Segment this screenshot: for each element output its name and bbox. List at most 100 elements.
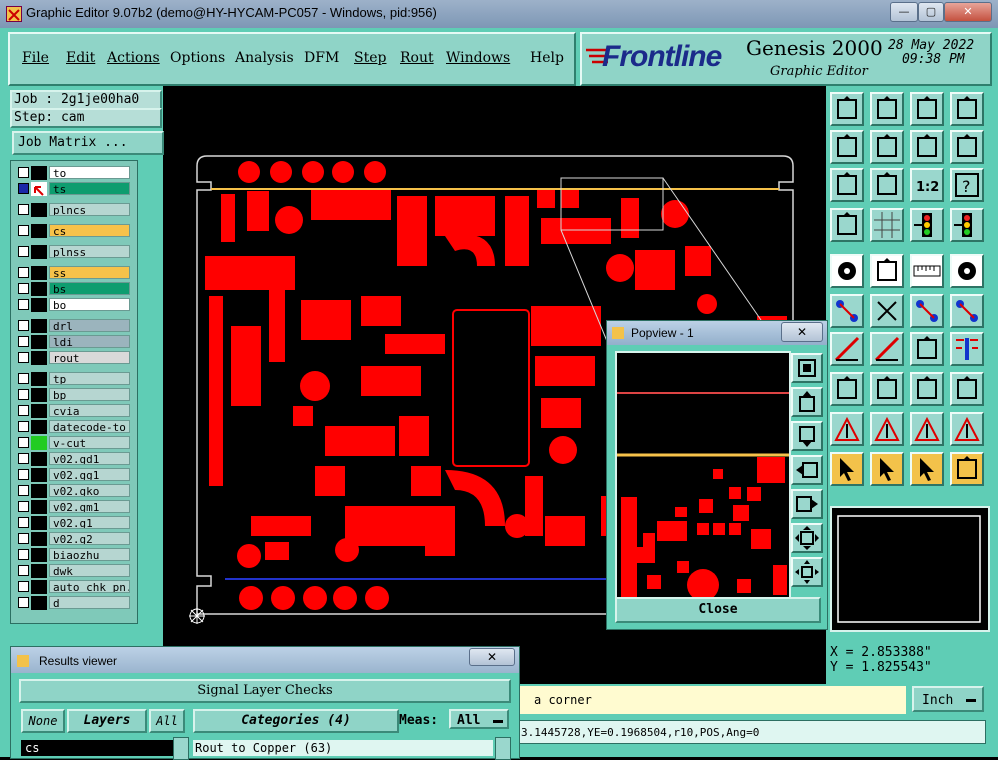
pointer-box-button[interactable] <box>870 452 904 486</box>
layer-checkbox[interactable] <box>18 517 29 528</box>
layer-row-v02-gd1[interactable]: v02.gd1 <box>14 452 132 466</box>
layer-checkbox[interactable] <box>18 469 29 480</box>
traffic-light-button[interactable] <box>910 208 944 242</box>
layer-row-datecode-to[interactable]: datecode-to <box>14 420 132 434</box>
units-select[interactable]: Inch <box>912 686 984 712</box>
menu-analysis[interactable]: Analysis <box>235 50 294 66</box>
layer-affected-toggle[interactable] <box>31 266 47 280</box>
refresh-button[interactable] <box>910 130 944 164</box>
rotate-button[interactable] <box>910 332 944 366</box>
layer-row-auto-chk-pn-[interactable]: auto_chk_pn. <box>14 580 132 594</box>
layer-affected-toggle[interactable] <box>31 516 47 530</box>
layer-checkbox[interactable] <box>18 299 29 310</box>
circle-button[interactable] <box>950 254 984 288</box>
layer-affected-toggle[interactable] <box>31 335 47 349</box>
layer-checkbox[interactable] <box>18 204 29 215</box>
layer-checkbox[interactable] <box>18 373 29 384</box>
zigzag-button[interactable] <box>950 130 984 164</box>
menu-file[interactable]: File <box>22 50 49 66</box>
layer-affected-toggle[interactable] <box>31 596 47 610</box>
layer-affected-toggle[interactable] <box>31 388 47 402</box>
triangle-up-button[interactable] <box>870 412 904 446</box>
page-left-button[interactable] <box>830 130 864 164</box>
layer-affected-toggle[interactable] <box>31 203 47 217</box>
layer-row-v02-g2[interactable]: v02.g2 <box>14 532 132 546</box>
menu-actions[interactable]: Actions <box>107 50 160 66</box>
mirror-button[interactable] <box>950 332 984 366</box>
layer-affected-toggle[interactable] <box>31 404 47 418</box>
popview-close-button[interactable]: Close <box>615 597 821 623</box>
layer-affected-toggle[interactable] <box>31 319 47 333</box>
none-button[interactable]: None <box>21 709 65 733</box>
layer-row-v02-gm1[interactable]: v02.gm1 <box>14 500 132 514</box>
layer-checkbox[interactable] <box>18 565 29 576</box>
layer-row-cvia[interactable]: cvia <box>14 404 132 418</box>
layer-checkbox[interactable] <box>18 581 29 592</box>
layer-checkbox[interactable] <box>18 267 29 278</box>
layer-affected-toggle[interactable] <box>31 580 47 594</box>
zoom-button[interactable] <box>870 168 904 202</box>
pointer-rotate-button[interactable] <box>910 452 944 486</box>
layer-affected-toggle[interactable] <box>31 500 47 514</box>
layer-affected-toggle[interactable] <box>31 182 47 196</box>
measure-button[interactable] <box>830 208 864 242</box>
layer-checkbox[interactable] <box>18 336 29 347</box>
layer-affected-toggle[interactable] <box>31 282 47 296</box>
add-line-button[interactable] <box>870 254 904 288</box>
layer-row-cs[interactable]: cs <box>14 224 132 238</box>
layer-checkbox[interactable] <box>18 167 29 178</box>
layer-row-dwk[interactable]: dwk <box>14 564 132 578</box>
page-down-button[interactable] <box>870 92 904 126</box>
triangle-x-button[interactable] <box>950 412 984 446</box>
layer-checkbox[interactable] <box>18 549 29 560</box>
layer-row-tp[interactable]: tp <box>14 372 132 386</box>
overview-map[interactable] <box>830 506 990 632</box>
layer-affected-toggle[interactable] <box>31 245 47 259</box>
menu-rout[interactable]: Rout <box>400 50 434 66</box>
layer-checkbox[interactable] <box>18 533 29 544</box>
layer-row-ss[interactable]: ss <box>14 266 132 280</box>
categories-button[interactable]: Categories (4) <box>193 709 399 733</box>
layer-affected-toggle[interactable] <box>31 420 47 434</box>
layer-checkbox[interactable] <box>18 485 29 496</box>
edit-node-button[interactable] <box>910 294 944 328</box>
connect-button[interactable] <box>830 294 864 328</box>
layer-affected-toggle[interactable] <box>31 372 47 386</box>
menu-help[interactable]: Help <box>530 50 564 66</box>
layer-checkbox[interactable] <box>18 320 29 331</box>
popview-pan-right-button[interactable] <box>791 489 823 519</box>
delete-button[interactable] <box>870 294 904 328</box>
layer-affected-toggle[interactable] <box>31 468 47 482</box>
job-matrix-button[interactable]: Job Matrix ... <box>12 131 164 155</box>
grid-button[interactable] <box>870 208 904 242</box>
triangle-plus-button[interactable] <box>910 412 944 446</box>
layer-row-plnss[interactable]: plnss <box>14 245 132 259</box>
layer-checkbox[interactable] <box>18 183 29 194</box>
network-button[interactable] <box>950 452 984 486</box>
layer-affected-toggle[interactable] <box>31 224 47 238</box>
layer-checkbox[interactable] <box>18 437 29 448</box>
popview-fit-button[interactable] <box>791 523 823 553</box>
move-node-button[interactable] <box>950 294 984 328</box>
layer-result-item[interactable]: cs <box>21 740 173 756</box>
layer-affected-toggle[interactable] <box>31 452 47 466</box>
layer-row-rout[interactable]: rout <box>14 351 132 365</box>
popview-zoom-out-button[interactable] <box>791 557 823 587</box>
layer-checkbox[interactable] <box>18 246 29 257</box>
layer-row-ldi[interactable]: ldi <box>14 335 132 349</box>
category-result-item[interactable]: Rout to Copper (63) <box>193 740 493 756</box>
page-right-button[interactable] <box>870 130 904 164</box>
layer-row-ts[interactable]: ts <box>14 182 132 196</box>
layer-checkbox[interactable] <box>18 597 29 608</box>
layer-row-bo[interactable]: bo <box>14 298 132 312</box>
menu-edit[interactable]: Edit <box>66 50 95 66</box>
popview-pan-up-button[interactable] <box>791 387 823 417</box>
ruler-button[interactable] <box>910 254 944 288</box>
question-button[interactable]: ? <box>950 168 984 202</box>
layer-affected-toggle[interactable] <box>31 436 47 450</box>
layers-button[interactable]: Layers <box>67 709 147 733</box>
popview-zoom-in-button[interactable] <box>791 353 823 383</box>
window-button[interactable] <box>950 92 984 126</box>
fit-all-button[interactable] <box>830 168 864 202</box>
popview-close-icon[interactable]: ✕ <box>781 322 823 342</box>
